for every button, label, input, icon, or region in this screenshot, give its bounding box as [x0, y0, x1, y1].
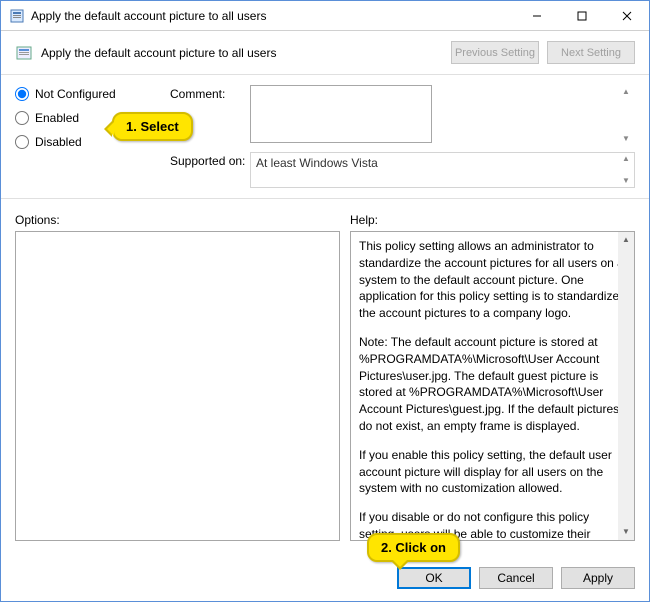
panels-row: This policy setting allows an administra…: [1, 231, 649, 557]
supported-value: At least Windows Vista: [250, 152, 635, 188]
radio-disabled-input[interactable]: [15, 135, 29, 149]
help-paragraph: If you enable this policy setting, the d…: [359, 447, 626, 497]
radio-not-configured[interactable]: Not Configured: [15, 87, 170, 101]
right-fields: Comment: ▲ ▼ Supported on: At least Wind…: [170, 85, 635, 194]
comment-scrollbar: ▲ ▼: [619, 87, 633, 144]
header-row: Apply the default account picture to all…: [1, 31, 649, 70]
help-panel: This policy setting allows an administra…: [350, 231, 635, 541]
titlebar: Apply the default account picture to all…: [1, 1, 649, 31]
policy-dialog-window: Apply the default account picture to all…: [0, 0, 650, 602]
maximize-button[interactable]: [559, 1, 604, 30]
app-icon: [9, 8, 25, 24]
apply-button[interactable]: Apply: [561, 567, 635, 589]
scroll-down-icon: ▼: [619, 134, 633, 144]
ok-button[interactable]: OK: [397, 567, 471, 589]
close-icon: [622, 11, 632, 21]
help-paragraph: This policy setting allows an administra…: [359, 238, 626, 322]
help-paragraph: Note: The default account picture is sto…: [359, 334, 626, 435]
scroll-track[interactable]: [618, 248, 634, 524]
minimize-button[interactable]: [514, 1, 559, 30]
window-title: Apply the default account picture to all…: [31, 9, 514, 23]
next-setting-button[interactable]: Next Setting: [547, 41, 635, 64]
callout-click-on: 2. Click on: [367, 533, 460, 562]
dialog-footer: OK Cancel Apply: [1, 557, 649, 601]
radio-enabled-input[interactable]: [15, 111, 29, 125]
radio-not-configured-label: Not Configured: [35, 87, 116, 101]
panel-labels: Options: Help:: [1, 203, 649, 231]
supported-label: Supported on:: [170, 152, 250, 188]
radio-not-configured-input[interactable]: [15, 87, 29, 101]
close-button[interactable]: [604, 1, 649, 30]
options-panel: [15, 231, 340, 541]
policy-title: Apply the default account picture to all…: [41, 46, 451, 60]
supported-row: Supported on: At least Windows Vista ▲ ▼: [170, 152, 635, 188]
policy-icon: [15, 44, 33, 62]
scroll-up-icon[interactable]: ▲: [618, 232, 634, 248]
comment-row: Comment: ▲ ▼: [170, 85, 635, 146]
divider: [1, 198, 649, 199]
callout-select: 1. Select: [112, 112, 193, 141]
previous-setting-button[interactable]: Previous Setting: [451, 41, 539, 64]
radio-enabled-label: Enabled: [35, 111, 79, 125]
comment-input[interactable]: [250, 85, 432, 143]
divider: [1, 74, 649, 75]
help-label: Help:: [350, 213, 635, 227]
options-label: Options:: [15, 213, 350, 227]
minimize-icon: [532, 11, 542, 21]
maximize-icon: [577, 11, 587, 21]
help-scrollbar[interactable]: ▲ ▼: [618, 232, 634, 540]
cancel-button[interactable]: Cancel: [479, 567, 553, 589]
window-controls: [514, 1, 649, 30]
scroll-up-icon: ▲: [619, 87, 633, 97]
scroll-down-icon[interactable]: ▼: [618, 524, 634, 540]
radio-disabled-label: Disabled: [35, 135, 82, 149]
nav-buttons: Previous Setting Next Setting: [451, 41, 635, 64]
